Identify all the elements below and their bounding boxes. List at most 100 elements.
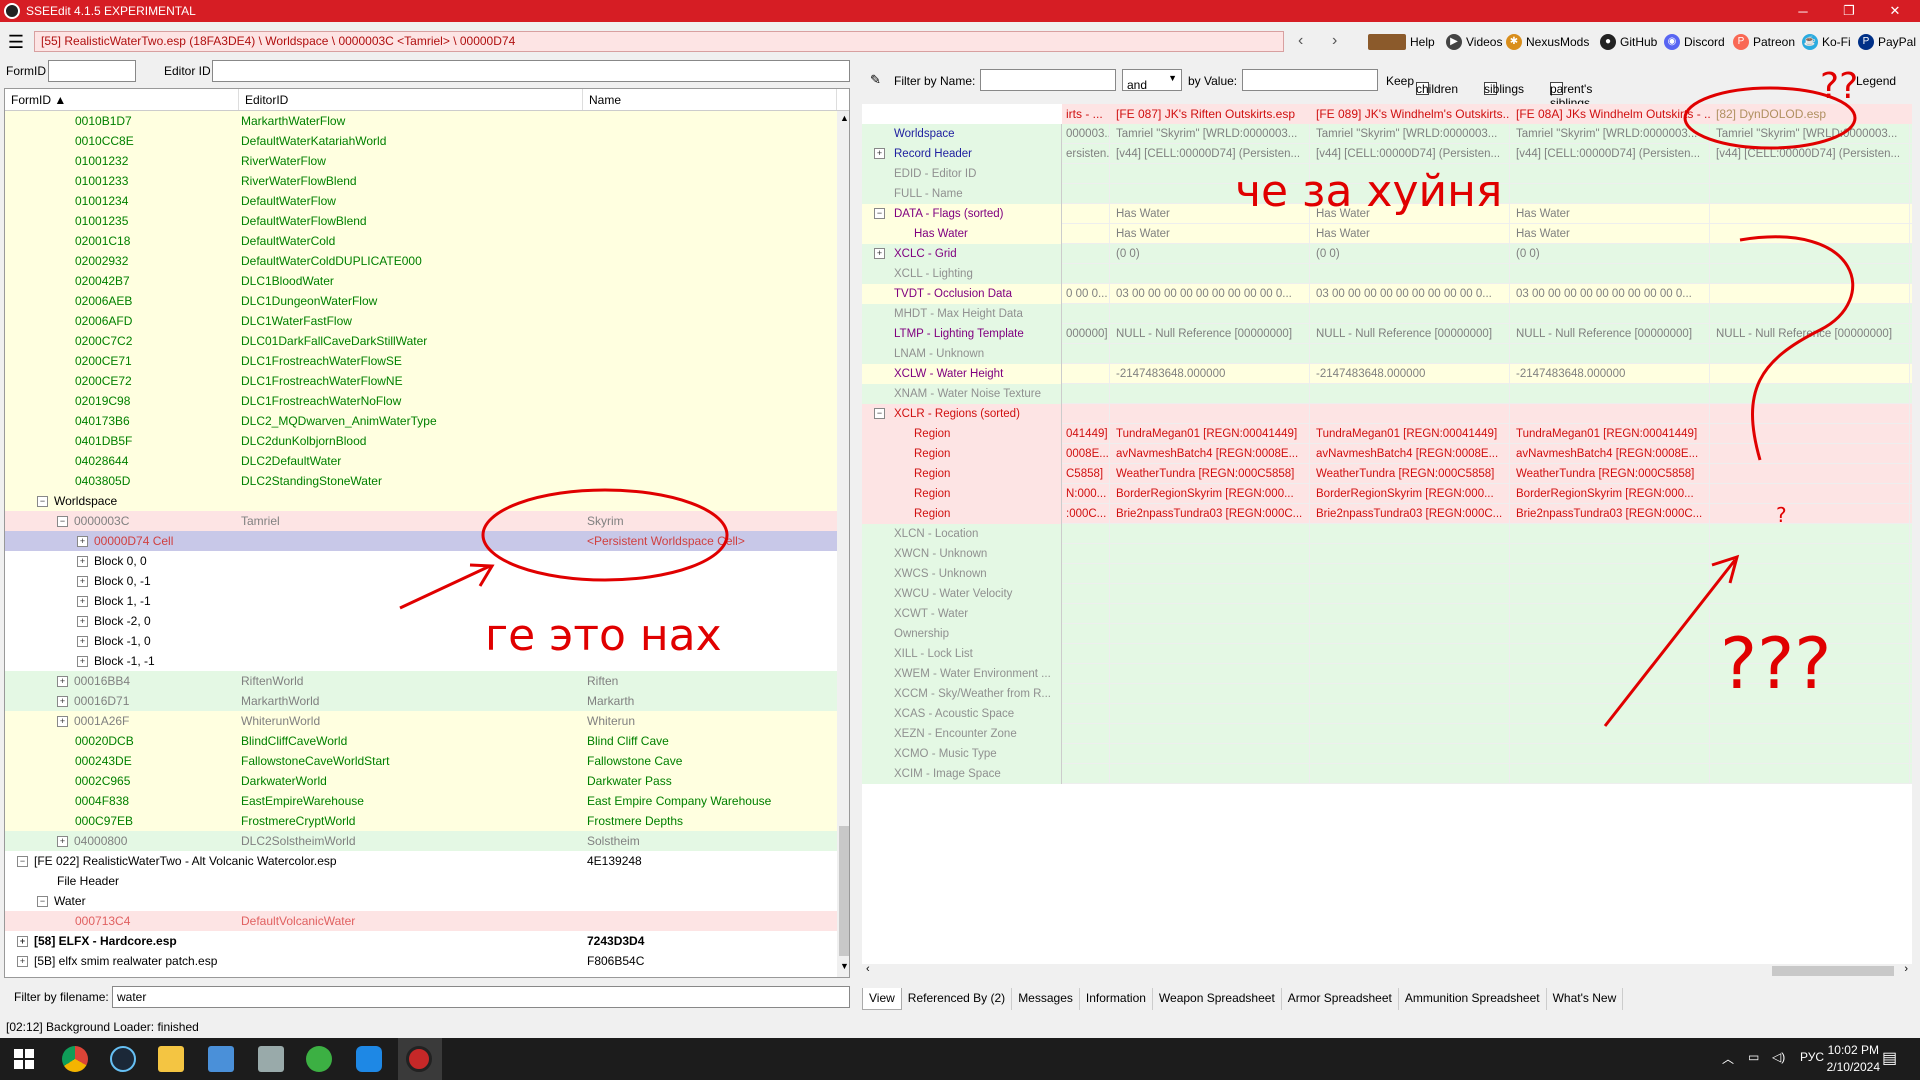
tree-row[interactable]: File Header xyxy=(5,871,849,891)
tree-row[interactable]: + [58] ELFX - Hardcore.esp 7243D3D4 xyxy=(5,931,849,951)
grid-row[interactable]: + XCLC - Grid (0 0) (0 0) (0 0) xyxy=(862,244,1912,264)
notification-icon[interactable]: ▤ xyxy=(1882,1048,1897,1068)
expand-icon[interactable]: + xyxy=(17,936,28,948)
grid-row[interactable]: XCMO - Music Type xyxy=(862,744,1912,764)
windows-start-icon[interactable] xyxy=(14,1049,34,1069)
tree-row[interactable]: +00016BB4 RiftenWorld Riften xyxy=(5,671,849,691)
grid-row[interactable]: XEZN - Encounter Zone xyxy=(862,724,1912,744)
maximize-button[interactable]: ❐ xyxy=(1826,0,1872,22)
grid-row[interactable]: XWCU - Water Velocity xyxy=(862,584,1912,604)
tree-row[interactable]: − [FE 022] RealisticWaterTwo - Alt Volcan… xyxy=(5,851,849,871)
collapse-icon[interactable]: − xyxy=(17,856,28,868)
tree-row[interactable]: + Block -1, -1 xyxy=(5,651,849,671)
grid-row[interactable]: XCLL - Lighting xyxy=(862,264,1912,284)
file-explorer-icon[interactable] xyxy=(158,1046,184,1072)
collapse-icon[interactable]: − xyxy=(37,496,48,508)
app-icon-gray[interactable] xyxy=(258,1046,284,1072)
tree-row[interactable]: +04000800 DLC2SolstheimWorld Solstheim xyxy=(5,831,849,851)
tree-row[interactable]: + Block 0, 0 xyxy=(5,551,849,571)
filter-op-select[interactable]: and ▼ xyxy=(1122,69,1182,92)
tree-row[interactable]: 04028644 DLC2DefaultWater xyxy=(5,451,849,471)
tree-row[interactable]: − Worldspace xyxy=(5,491,849,511)
volume-icon[interactable]: ◁) xyxy=(1772,1050,1785,1064)
collapse-icon[interactable]: − xyxy=(37,896,48,908)
grid-row[interactable]: XILL - Lock List xyxy=(862,644,1912,664)
tree-row[interactable]: 0401DB5F DLC2dunKolbjornBlood xyxy=(5,431,849,451)
tree-row[interactable]: 020042B7 DLC1BloodWater xyxy=(5,271,849,291)
app-icon-cloud[interactable] xyxy=(356,1046,382,1072)
grid-row[interactable]: TVDT - Occlusion Data 0 00 0... 03 00 00 0… xyxy=(862,284,1912,304)
tree-row[interactable]: 02006AEB DLC1DungeonWaterFlow xyxy=(5,291,849,311)
tree-row[interactable]: 00020DCB BlindCliffCaveWorld Blind Cliff C… xyxy=(5,731,849,751)
formid-column-header[interactable]: FormID ▲ xyxy=(5,89,239,110)
hscroll-thumb[interactable] xyxy=(1772,966,1894,976)
tree-row[interactable]: + Block -1, 0 xyxy=(5,631,849,651)
grid-column-header[interactable]: [FE 08A] JKs Windhelm Outskirts - ... xyxy=(1516,104,1710,124)
grid-column-header[interactable]: [FE 089] JK's Windhelm's Outskirts... xyxy=(1316,104,1510,124)
tree-row[interactable]: 0200CE72 DLC1FrostreachWaterFlowNE xyxy=(5,371,849,391)
grid-row[interactable]: Region:000C... Brie2npassTundra03 [REGN:0… xyxy=(862,504,1912,524)
tree-row[interactable]: 0200CE71 DLC1FrostreachWaterFlowSE xyxy=(5,351,849,371)
expand-icon[interactable]: + xyxy=(77,536,88,548)
tree-row[interactable]: + Block 1, -1 xyxy=(5,591,849,611)
videos-link[interactable]: ▶ Videos xyxy=(1446,34,1502,50)
tree-row[interactable]: +00000D74 Cell <Persistent Worldspace Cel… xyxy=(5,531,849,551)
grid-row[interactable]: XCCM - Sky/Weather from R... xyxy=(862,684,1912,704)
grid-column-header[interactable]: irts - ... xyxy=(1066,104,1110,124)
back-arrow-icon[interactable]: ‹ xyxy=(1298,32,1303,50)
grid-row[interactable]: FULL - Name xyxy=(862,184,1912,204)
filename-filter-input[interactable]: water xyxy=(112,986,850,1008)
kofi-link[interactable]: ☕ Ko-Fi xyxy=(1802,34,1851,50)
tab-what-s-new[interactable]: What's New xyxy=(1547,988,1624,1010)
editorid-column-header[interactable]: EditorID xyxy=(239,89,583,110)
grid-row[interactable]: EDID - Editor ID xyxy=(862,164,1912,184)
grid-column-header[interactable]: [82] DynDOLOD.esp xyxy=(1716,104,1910,124)
grid-row[interactable]: XCIM - Image Space xyxy=(862,764,1912,784)
discord-link[interactable]: ◉ Discord xyxy=(1664,34,1725,50)
tree-row[interactable]: + Block -2, 0 xyxy=(5,611,849,631)
record-tree[interactable]: FormID ▲ EditorID Name 0010B1D7 MarkarthW… xyxy=(4,88,850,978)
tree-row[interactable]: 01001232 RiverWaterFlow xyxy=(5,151,849,171)
expand-icon[interactable]: + xyxy=(57,716,68,728)
tree-scrollbar[interactable]: ▲ ▼ xyxy=(837,111,849,977)
tab-armor-spreadsheet[interactable]: Armor Spreadsheet xyxy=(1282,988,1399,1010)
collapse-icon[interactable]: − xyxy=(874,408,885,419)
tree-row[interactable]: 040173B6 DLC2_MQDwarven_AnimWaterType xyxy=(5,411,849,431)
expand-icon[interactable]: + xyxy=(57,836,68,848)
chrome-icon[interactable] xyxy=(62,1046,88,1072)
grid-row[interactable]: Region N:000... BorderRegionSkyrim [REGN:0… xyxy=(862,484,1912,504)
patreon-link[interactable]: P Patreon xyxy=(1733,34,1795,50)
grid-horizontal-scrollbar[interactable]: › ‹ xyxy=(862,963,1912,978)
grid-row[interactable]: − XCLR - Regions (sorted) xyxy=(862,404,1912,424)
scroll-down-icon[interactable]: ▼ xyxy=(840,961,849,971)
grid-row[interactable]: LNAM - Unknown xyxy=(862,344,1912,364)
expand-icon[interactable]: + xyxy=(874,148,885,159)
clock[interactable]: 10:02 PM 2/10/2024 xyxy=(1827,1042,1880,1076)
grid-row[interactable]: XCWT - Water xyxy=(862,604,1912,624)
scroll-up-icon[interactable]: ▲ xyxy=(840,113,849,123)
grid-row[interactable]: XWCS - Unknown xyxy=(862,564,1912,584)
scroll-thumb[interactable] xyxy=(839,826,849,956)
filter-value-input[interactable] xyxy=(1242,69,1378,91)
tree-row[interactable]: 0002C965 DarkwaterWorld Darkwater Pass xyxy=(5,771,849,791)
tree-row[interactable]: 02006AFD DLC1WaterFastFlow xyxy=(5,311,849,331)
name-column-header[interactable]: Name xyxy=(583,89,837,110)
close-button[interactable]: ✕ xyxy=(1872,0,1918,22)
expand-icon[interactable]: + xyxy=(77,616,88,628)
expand-icon[interactable]: + xyxy=(57,676,68,688)
paypal-link[interactable]: P PayPal xyxy=(1858,34,1916,50)
sseedit-task-icon[interactable] xyxy=(406,1046,432,1072)
forward-arrow-icon[interactable]: › xyxy=(1332,32,1337,50)
grid-row[interactable]: XCLW - Water Height -2147483648.000000 -21… xyxy=(862,364,1912,384)
tree-row[interactable]: 0403805D DLC2StandingStoneWater xyxy=(5,471,849,491)
tree-row[interactable]: 000713C4 DefaultVolcanicWater xyxy=(5,911,849,931)
grid-row[interactable]: Worldspace 000003... Tamriel "Skyrim" [WRL… xyxy=(862,124,1912,144)
tree-row[interactable]: − Water xyxy=(5,891,849,911)
steam-icon[interactable] xyxy=(110,1046,136,1072)
tree-row[interactable]: 01001234 DefaultWaterFlow xyxy=(5,191,849,211)
record-path-field[interactable]: [55] RealisticWaterTwo.esp (18FA3DE4) \ … xyxy=(34,31,1284,52)
record-view-grid[interactable]: irts - ... [FE 087] JK's Riften Outskirts… xyxy=(862,104,1912,964)
tab-messages[interactable]: Messages xyxy=(1012,988,1080,1010)
tab-ammunition-spreadsheet[interactable]: Ammunition Spreadsheet xyxy=(1399,988,1547,1010)
tree-row[interactable]: 02001C18 DefaultWaterCold xyxy=(5,231,849,251)
